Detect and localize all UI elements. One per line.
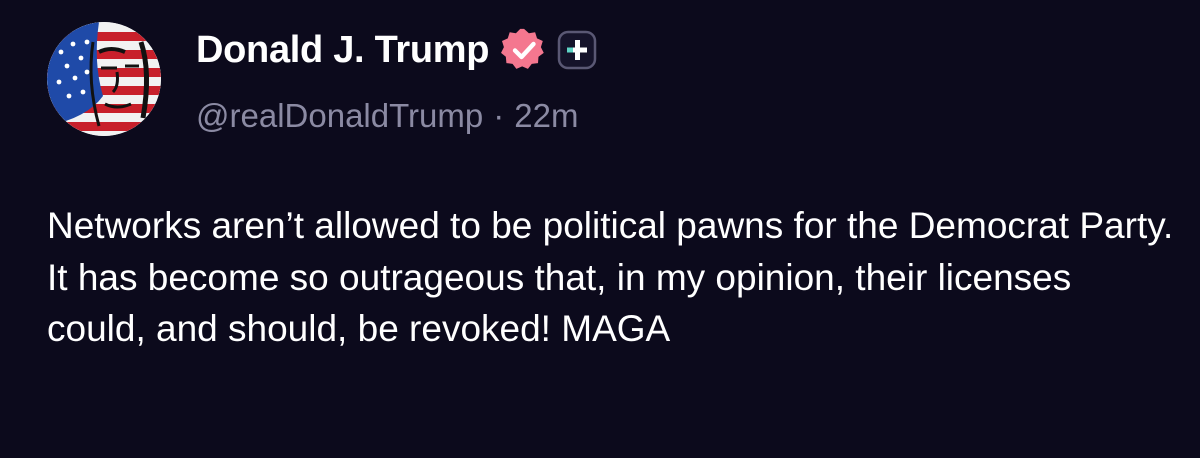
display-name[interactable]: Donald J. Trump bbox=[196, 29, 490, 72]
post-meta: @realDonaldTrump · 22m bbox=[196, 92, 578, 140]
plus-badge-icon bbox=[557, 30, 597, 70]
meta-separator: · bbox=[493, 97, 505, 134]
author-handle[interactable]: @realDonaldTrump bbox=[196, 97, 483, 135]
post-header: Donald J. Trump bbox=[196, 24, 597, 76]
avatar[interactable] bbox=[47, 22, 161, 136]
post-card: Donald J. Trump @realDonaldTrump · 22m N… bbox=[0, 0, 1200, 458]
post-body-text: Networks aren’t allowed to be political … bbox=[47, 205, 1174, 349]
verified-badge-icon bbox=[501, 27, 547, 73]
avatar-image bbox=[47, 22, 161, 136]
post-timestamp[interactable]: 22m bbox=[514, 97, 578, 135]
